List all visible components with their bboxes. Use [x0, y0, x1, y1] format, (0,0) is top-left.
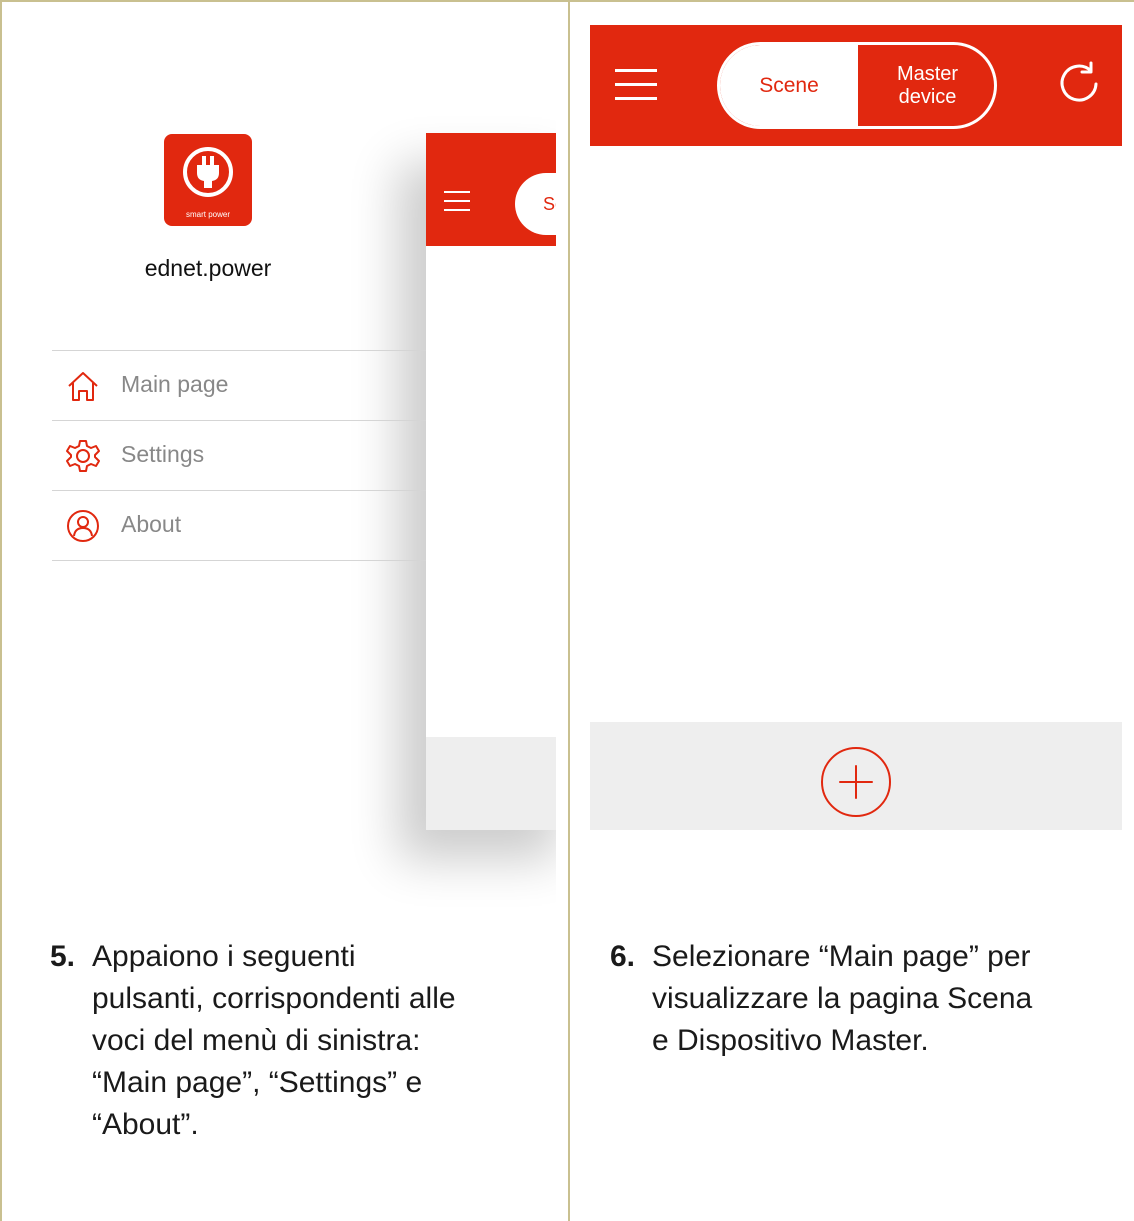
caption-text: Selezionare “Main page” per visualizzare…: [652, 936, 1032, 1062]
menu-label: Main page: [121, 371, 229, 397]
caption-line: pulsanti, corrispondenti alle: [92, 982, 456, 1015]
menu-item-about[interactable]: About: [52, 490, 426, 561]
table-border-middle: [568, 0, 570, 1221]
caption-line: “Main page”, “Settings” e: [92, 1066, 423, 1099]
caption-line: “About”.: [92, 1108, 199, 1141]
plus-circle-icon[interactable]: [820, 746, 892, 818]
plug-icon: [183, 147, 233, 197]
caption-line: Selezionare “Main page” per: [652, 940, 1031, 973]
right-screenshot-app: Scene Master device: [590, 25, 1122, 830]
drawer-menu: Main page Settings About: [52, 350, 426, 561]
gear-icon: [66, 440, 100, 472]
caption-line: visualizzare la pagina Scena: [652, 982, 1033, 1015]
caption-text: Appaiono i seguenti pulsanti, corrispond…: [92, 936, 456, 1146]
left-screenshot-drawer: Sc smart power ednet.power Main page: [3, 3, 556, 923]
tab-master-device[interactable]: Master device: [858, 45, 994, 126]
caption-line: voci del menù di sinistra:: [92, 1024, 421, 1057]
caption-line: Appaiono i seguenti: [92, 940, 356, 973]
refresh-icon[interactable]: [1054, 59, 1104, 109]
background-app-toolbar: Sc: [426, 133, 556, 246]
logo-text: smart power: [185, 210, 230, 219]
home-icon: [68, 372, 98, 401]
background-app-preview: Sc: [426, 133, 556, 830]
app-name: ednet.power: [144, 255, 272, 281]
menu-item-main-page[interactable]: Main page: [52, 350, 426, 420]
app-footer: [590, 722, 1122, 830]
scene-master-toggle: Scene Master device: [717, 42, 997, 129]
document-page: Sc smart power ednet.power Main page: [0, 0, 1134, 1221]
menu-label: About: [121, 511, 182, 537]
menu-label: Settings: [121, 441, 205, 467]
table-border-left: [0, 0, 2, 1221]
caption-step-5: 5. Appaiono i seguenti pulsanti, corrisp…: [50, 936, 550, 1156]
caption-line: e Dispositivo Master.: [652, 1024, 929, 1057]
app-toolbar: Scene Master device: [590, 25, 1122, 146]
user-icon: [67, 510, 99, 542]
background-tab-pill: Sc: [515, 173, 556, 235]
caption-step-6: 6. Selezionare “Main page” per visualizz…: [610, 936, 1132, 1076]
table-border-top: [0, 0, 1134, 2]
app-logo: smart power: [164, 134, 252, 226]
step-number: 6.: [610, 940, 636, 973]
hamburger-icon: [444, 191, 470, 218]
step-number: 5.: [50, 940, 76, 973]
tab-scene[interactable]: Scene: [720, 45, 858, 126]
menu-item-settings[interactable]: Settings: [52, 420, 426, 490]
background-app-footer: [426, 737, 556, 830]
hamburger-icon[interactable]: [615, 69, 657, 111]
